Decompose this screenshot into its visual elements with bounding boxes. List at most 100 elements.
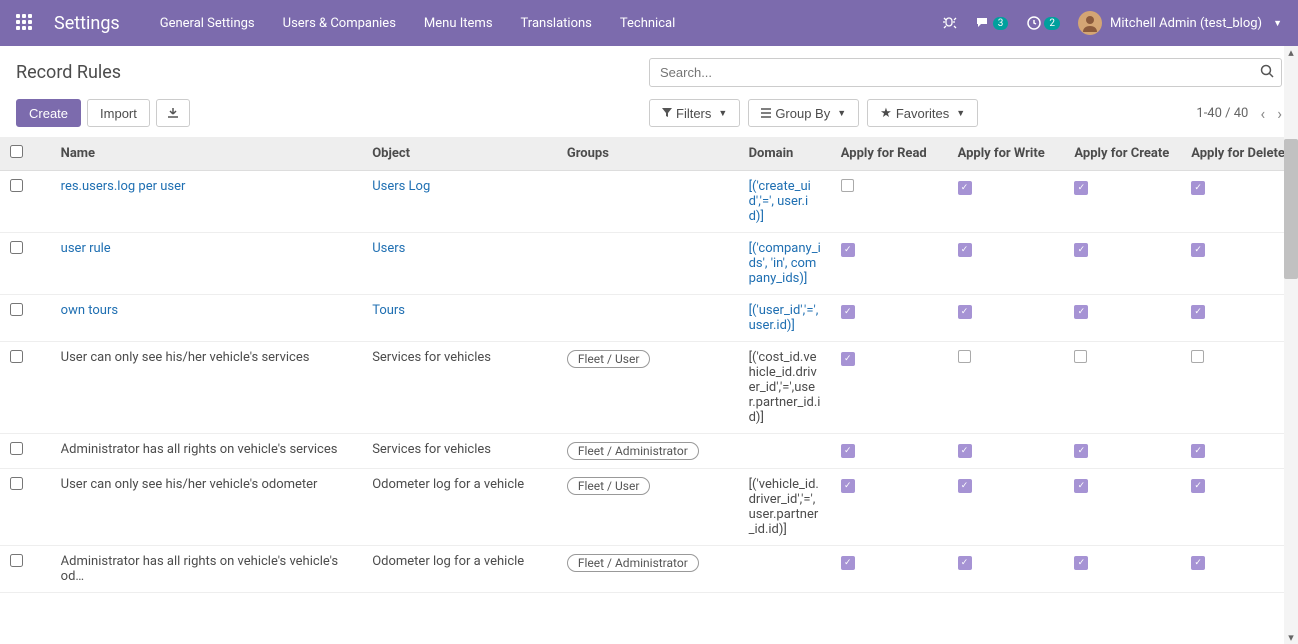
filters-button[interactable]: Filters ▼ [649,99,740,127]
import-button[interactable]: Import [87,99,150,127]
row-checkbox[interactable] [10,179,23,192]
group-tag[interactable]: Fleet / User [567,477,651,495]
checkbox-checked[interactable]: ✓ [1074,305,1088,319]
activities-icon[interactable]: 2 [1026,15,1060,31]
checkbox-unchecked[interactable] [1074,350,1087,363]
group-tag[interactable]: Fleet / Administrator [567,554,699,572]
pager-next[interactable]: › [1277,104,1282,123]
table-row[interactable]: own tours Tours [('user_id','=', user.id)]… [0,295,1298,342]
scroll-down-icon[interactable]: ▾ [1284,631,1298,644]
rule-object[interactable]: Users [372,241,405,256]
group-tag[interactable]: Fleet / User [567,350,651,368]
rule-object[interactable]: Users Log [372,179,430,194]
checkbox-checked[interactable]: ✓ [841,305,855,319]
menu-item-menu-items[interactable]: Menu Items [424,16,493,31]
table-row[interactable]: res.users.log per user Users Log [('create… [0,171,1298,233]
rule-name[interactable]: res.users.log per user [61,179,186,194]
checkbox-checked[interactable]: ✓ [958,305,972,319]
rule-name[interactable]: user rule [61,241,111,256]
rule-groups: Fleet / Administrator [557,546,739,593]
rule-object[interactable]: Tours [372,303,405,318]
rule-groups: Fleet / User [557,342,739,434]
col-header-groups[interactable]: Groups [557,137,739,171]
group-tag[interactable]: Fleet / Administrator [567,442,699,460]
row-checkbox[interactable] [10,442,23,455]
row-checkbox[interactable] [10,350,23,363]
checkbox-checked[interactable]: ✓ [1074,479,1088,493]
col-header-read[interactable]: Apply for Read [831,137,948,171]
pager-range[interactable]: 1-40 [1196,106,1222,121]
checkbox-checked[interactable]: ✓ [1191,181,1205,195]
checkbox-checked[interactable]: ✓ [1074,444,1088,458]
debug-icon[interactable] [941,15,957,31]
caret-down-icon: ▼ [1273,18,1282,29]
menu-item-users-companies[interactable]: Users & Companies [283,16,396,31]
favorites-button[interactable]: ★ Favorites ▼ [867,99,978,127]
checkbox-checked[interactable]: ✓ [958,556,972,570]
scrollbar[interactable]: ▴ ▾ [1284,46,1298,644]
checkbox-checked[interactable]: ✓ [958,181,972,195]
row-checkbox[interactable] [10,554,23,567]
checkbox-checked[interactable]: ✓ [1191,243,1205,257]
col-header-object[interactable]: Object [362,137,557,171]
menu-item-translations[interactable]: Translations [521,16,592,31]
checkbox-checked[interactable]: ✓ [841,556,855,570]
checkbox-checked[interactable]: ✓ [841,479,855,493]
rule-domain[interactable]: [('company_ids', 'in', company_ids)] [749,241,821,286]
app-brand[interactable]: Settings [54,13,120,34]
search-icon[interactable] [1260,64,1274,82]
checkbox-unchecked[interactable] [1191,350,1204,363]
row-checkbox[interactable] [10,241,23,254]
download-button[interactable] [156,99,190,127]
checkbox-checked[interactable]: ✓ [958,243,972,257]
checkbox-checked[interactable]: ✓ [1074,243,1088,257]
checkbox-checked[interactable]: ✓ [1191,305,1205,319]
table-row[interactable]: user rule Users [('company_ids', 'in', com… [0,233,1298,295]
table-row[interactable]: Administrator has all rights on vehicle'… [0,434,1298,469]
col-header-domain[interactable]: Domain [739,137,831,171]
search-input[interactable] [649,58,1282,87]
select-all-checkbox[interactable] [10,145,23,158]
checkbox-checked[interactable]: ✓ [958,479,972,493]
checkbox-checked[interactable]: ✓ [1191,556,1205,570]
col-header-write[interactable]: Apply for Write [948,137,1065,171]
checkbox-checked[interactable]: ✓ [841,243,855,257]
rule-domain[interactable]: [('user_id','=', user.id)] [749,303,819,333]
pager-prev[interactable]: ‹ [1260,104,1265,123]
rule-name: Administrator has all rights on vehicle'… [61,442,338,457]
rule-object: Odometer log for a vehicle [372,554,524,569]
menu-item-technical[interactable]: Technical [620,16,675,31]
checkbox-checked[interactable]: ✓ [1191,444,1205,458]
table-row[interactable]: User can only see his/her vehicle's serv… [0,342,1298,434]
col-header-create[interactable]: Apply for Create [1064,137,1181,171]
create-button[interactable]: Create [16,99,81,127]
table-row[interactable]: User can only see his/her vehicle's odom… [0,469,1298,546]
checkbox-checked[interactable]: ✓ [841,352,855,366]
rule-name: User can only see his/her vehicle's serv… [61,350,310,365]
col-header-delete[interactable]: Apply for Delete [1181,137,1298,171]
table-row[interactable]: Administrator has all rights on vehicle'… [0,546,1298,593]
conversations-icon[interactable]: 3 [975,15,1009,31]
apps-icon[interactable] [16,14,34,32]
rule-domain[interactable]: [('create_uid','=', user.id)] [749,179,811,224]
checkbox-unchecked[interactable] [841,179,854,192]
col-header-name[interactable]: Name [51,137,363,171]
row-checkbox[interactable] [10,303,23,316]
checkbox-checked[interactable]: ✓ [1074,181,1088,195]
rule-groups: Fleet / User [557,469,739,546]
rule-name: User can only see his/her vehicle's odom… [61,477,318,492]
main-menu: General Settings Users & Companies Menu It… [160,16,676,31]
checkbox-checked[interactable]: ✓ [958,444,972,458]
user-menu[interactable]: Mitchell Admin (test_blog) ▼ [1078,11,1282,35]
row-checkbox[interactable] [10,477,23,490]
menu-item-general-settings[interactable]: General Settings [160,16,255,31]
checkbox-checked[interactable]: ✓ [1191,479,1205,493]
groupby-button[interactable]: Group By ▼ [748,99,859,127]
checkbox-unchecked[interactable] [958,350,971,363]
scrollbar-thumb[interactable] [1284,139,1298,279]
checkbox-checked[interactable]: ✓ [841,444,855,458]
checkbox-checked[interactable]: ✓ [1074,556,1088,570]
rule-name[interactable]: own tours [61,303,118,318]
scroll-up-icon[interactable]: ▴ [1284,46,1298,59]
search-box [649,58,1282,87]
